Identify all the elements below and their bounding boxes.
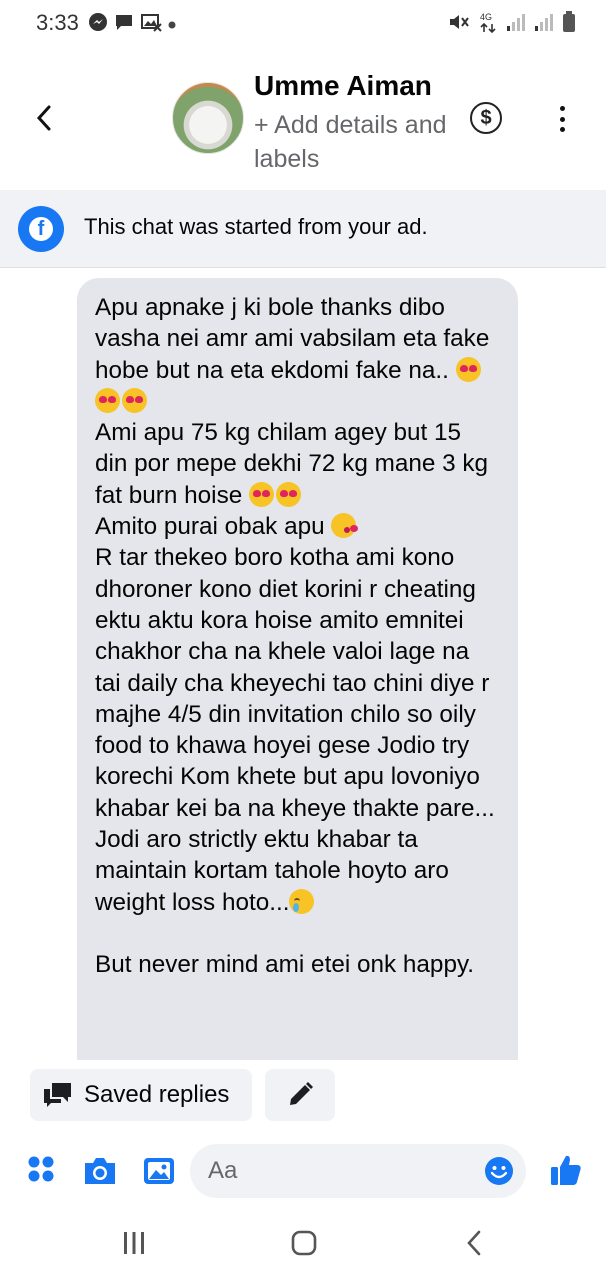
four-dots-menu-button[interactable] — [26, 1154, 56, 1184]
4g-signal-icon: 4G — [478, 11, 498, 38]
recent-apps-button[interactable] — [118, 1226, 150, 1260]
signal-bars-icon — [534, 12, 554, 37]
add-details-link[interactable]: + Add details and labels — [254, 108, 454, 176]
heart-eyes-emoji-icon — [455, 356, 481, 382]
status-time: 3:33 — [36, 10, 79, 35]
heart-eyes-emoji-icon — [249, 481, 274, 507]
payment-button[interactable]: $ — [470, 102, 502, 134]
dot-icon — [168, 16, 176, 34]
ad-origin-banner: f This chat was started from your ad. — [0, 190, 606, 268]
like-button[interactable] — [546, 1150, 586, 1190]
thumbs-up-icon — [551, 1155, 581, 1185]
back-arrow-icon — [467, 1230, 481, 1256]
message-input[interactable] — [190, 1144, 526, 1198]
more-dot-icon — [559, 106, 565, 111]
heart-eyes-emoji-icon — [122, 387, 147, 413]
saved-replies-label: Saved replies — [84, 1081, 230, 1108]
contact-name[interactable]: Umme Aiman — [254, 70, 432, 102]
message-paragraph: R tar thekeo boro kotha ami kono dhorone… — [95, 544, 495, 822]
back-button[interactable] — [24, 98, 64, 138]
incoming-message-bubble[interactable]: Apu apnake j ki bole thanks dibo vasha n… — [77, 278, 518, 1060]
image-off-icon — [140, 12, 162, 37]
notification-icons — [88, 12, 176, 37]
heart-eyes-emoji-icon — [95, 387, 120, 413]
emoji-button[interactable] — [484, 1156, 514, 1186]
quick-actions-row: Saved replies — [0, 1068, 606, 1130]
message-composer — [0, 1138, 606, 1206]
avatar[interactable] — [172, 82, 244, 154]
back-nav-button[interactable] — [460, 1226, 488, 1260]
more-options-button[interactable] — [548, 102, 576, 136]
image-icon — [144, 1158, 174, 1184]
message-paragraph: Ami apu 75 kg chilam agey but 15 din por… — [95, 419, 489, 509]
recent-apps-icon — [124, 1232, 144, 1254]
kissing-heart-emoji-icon — [331, 513, 359, 539]
message-paragraph: Apu apnake j ki bole thanks dibo vasha n… — [95, 292, 500, 417]
chat-bubble-icon — [114, 12, 134, 37]
message-paragraph: But never mind ami etei onk happy. — [95, 950, 475, 978]
battery-icon — [562, 11, 576, 38]
ad-banner-text: This chat was started from your ad. — [84, 214, 428, 239]
smiley-icon — [485, 1157, 513, 1185]
gallery-button[interactable] — [142, 1154, 176, 1188]
facebook-logo-icon: f — [18, 206, 64, 252]
dollar-icon: $ — [480, 106, 492, 129]
system-navigation-bar — [0, 1206, 606, 1280]
camera-icon — [85, 1158, 115, 1184]
pencil-icon — [290, 1082, 313, 1105]
crying-smile-emoji-icon — [289, 888, 315, 914]
svg-text:4G: 4G — [480, 12, 492, 22]
status-bar: 3:33 4G — [0, 0, 606, 46]
edit-button[interactable] — [265, 1069, 335, 1121]
four-dots-icon — [28, 1156, 54, 1182]
signal-bars-icon — [506, 12, 526, 37]
home-icon — [291, 1230, 317, 1256]
message-list[interactable]: Apu apnake j ki bole thanks dibo vasha n… — [0, 268, 606, 1060]
more-dot-icon — [559, 116, 565, 122]
messenger-chat-screen: 3:33 4G Umme Aiman + Add details and lab… — [0, 0, 606, 1280]
messenger-icon — [88, 12, 108, 37]
saved-replies-icon — [44, 1083, 71, 1107]
saved-replies-button[interactable]: Saved replies — [30, 1069, 252, 1121]
mute-icon — [448, 12, 470, 37]
system-status-icons: 4G — [448, 11, 576, 38]
more-dot-icon — [559, 127, 565, 132]
chat-header: Umme Aiman + Add details and labels $ — [0, 46, 606, 190]
home-button[interactable] — [287, 1226, 321, 1260]
message-paragraph: Amito purai obak apu — [95, 511, 500, 542]
heart-eyes-emoji-icon — [276, 481, 301, 507]
camera-button[interactable] — [82, 1154, 118, 1188]
chevron-left-icon — [36, 105, 51, 131]
message-paragraph: Jodi aro strictly ektu khabar ta maintai… — [95, 826, 449, 916]
